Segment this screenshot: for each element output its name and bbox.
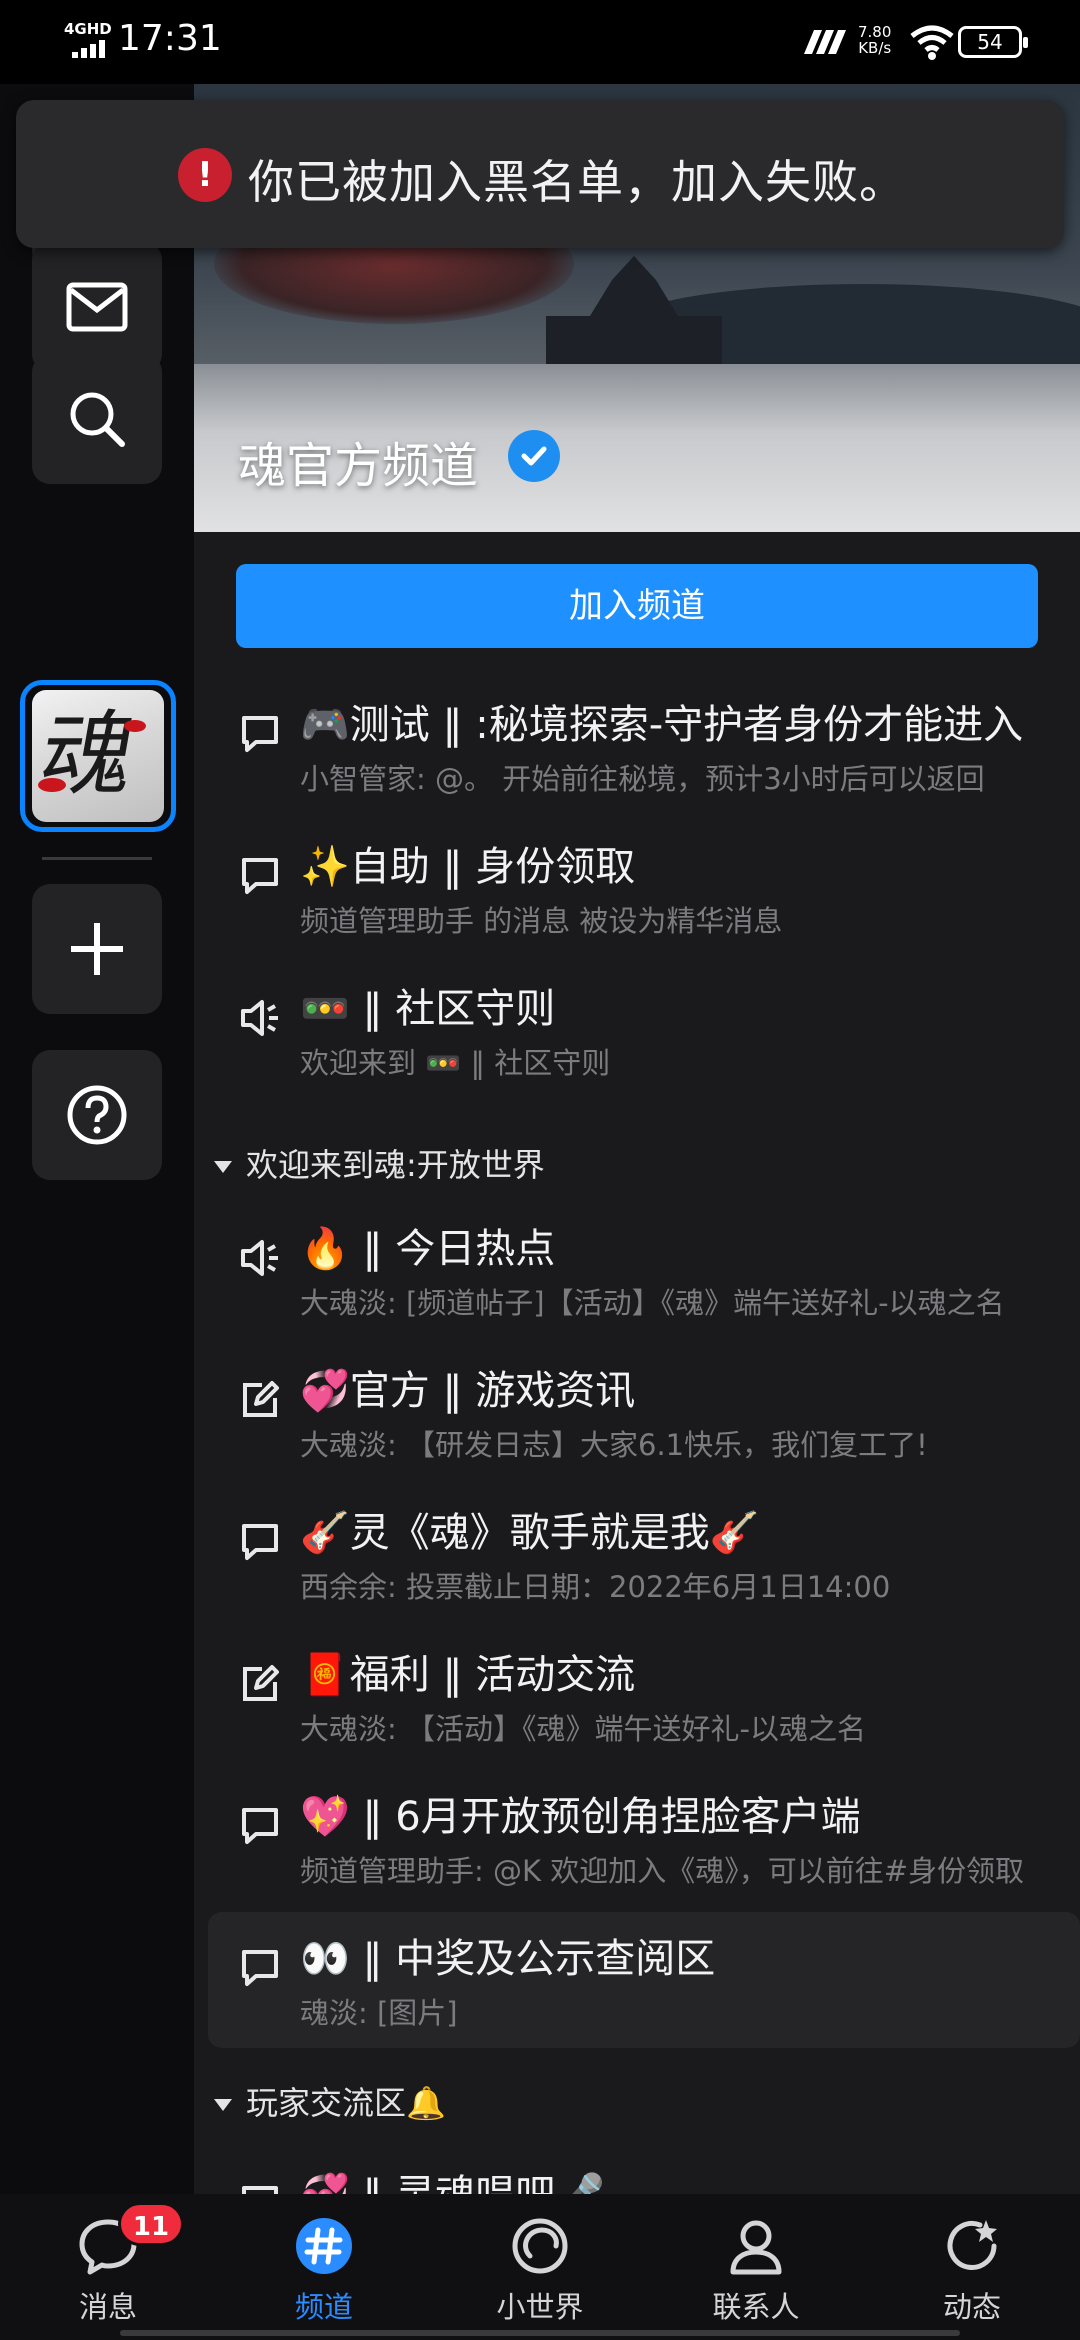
- channel-name: 🧧福利 ‖ 活动交流: [300, 1652, 636, 1698]
- verified-icon: [508, 430, 560, 482]
- channel-title: 魂官方频道: [238, 438, 479, 494]
- channel-item[interactable]: 💖 ‖ 6月开放预创角捏脸客户端 频道管理助手: @K 欢迎加入《魂》，可以前往…: [208, 1770, 1080, 1906]
- guild-rail: 魂: [0, 84, 194, 2194]
- chat-icon: [242, 858, 278, 894]
- channel-preview: 魂淡: [图片]: [300, 1996, 458, 2030]
- wifi-icon: [910, 25, 954, 60]
- tab-label: 频道: [294, 2290, 353, 2324]
- channel-preview: 大魂淡: 【活动】《魂》端午送好礼-以魂之名: [300, 1712, 866, 1746]
- clock: 17:31: [118, 18, 222, 59]
- tab-contacts[interactable]: 联系人: [648, 2194, 864, 2340]
- channel-group-header[interactable]: 玩家交流区🔔: [214, 2078, 446, 2124]
- contacts-icon: [730, 2220, 782, 2275]
- channel-name: 💞官方 ‖ 游戏资讯: [300, 1368, 636, 1414]
- mail-button[interactable]: [32, 242, 162, 372]
- speaker-icon: [241, 1000, 278, 1036]
- chat-icon: [242, 1950, 278, 1986]
- channel-name: 💞 ‖ 灵魂唱吧🎤: [300, 2162, 1060, 2194]
- chat-icon: [242, 1808, 278, 1844]
- home-indicator: [120, 2330, 960, 2336]
- guild-icon[interactable]: 魂: [32, 690, 164, 822]
- search-button[interactable]: [32, 354, 162, 484]
- status-bar: 4GHD 17:31 7.80 KB/s 54: [0, 0, 1080, 84]
- error-toast: ! 你已被加入黑名单，加入失败。: [16, 100, 1064, 248]
- signal-bars-icon: [72, 40, 105, 58]
- channel-name: 💖 ‖ 6月开放预创角捏脸客户端: [300, 1794, 861, 1840]
- collapse-triangle-icon: [214, 2099, 232, 2111]
- toast-message: 你已被加入黑名单，加入失败。: [248, 155, 906, 209]
- collapse-triangle-icon: [214, 1161, 232, 1173]
- help-icon: [67, 1085, 127, 1145]
- world-icon: [512, 2218, 568, 2274]
- warning-icon: !: [178, 148, 232, 202]
- channel-item[interactable]: 💞官方 ‖ 游戏资讯 大魂淡: 【研发日志】大家6.1快乐，我们复工了!: [208, 1344, 1080, 1480]
- bottom-tab-bar: 11 消息 频道 小世界 联系人 动态: [0, 2194, 1080, 2340]
- channel-panel: 魂官方频道 加入频道 🎮测试 ‖ :秘境探索-守护者身份才能进入 小智管家: @…: [194, 84, 1080, 2194]
- rail-divider: [42, 857, 152, 860]
- channel-name: ✨自助 ‖ 身份领取: [300, 844, 636, 890]
- channel-name: 🔥 ‖ 今日热点: [300, 1226, 556, 1272]
- search-icon: [70, 392, 125, 447]
- channel-preview: 大魂淡: [频道帖子]【活动】《魂》端午送好礼-以魂之名: [300, 1286, 1005, 1320]
- chat-icon: [242, 1524, 278, 1560]
- network-speed: 7.80 KB/s: [858, 23, 892, 57]
- channel-preview: 小智管家: @。 开始前往秘境，预计3小时后可以返回: [300, 762, 985, 796]
- channel-item[interactable]: 💞 ‖ 灵魂唱吧🎤: [208, 2148, 1080, 2194]
- channel-item[interactable]: 🚥 ‖ 社区守则 欢迎来到 🚥 ‖ 社区守则: [208, 962, 1080, 1098]
- battery-icon: 54: [958, 26, 1028, 58]
- channel-item[interactable]: ✨自助 ‖ 身份领取 频道管理助手 的消息 被设为精华消息: [208, 820, 1080, 956]
- channel-name: 🚥 ‖ 社区守则: [300, 986, 556, 1032]
- plus-icon: [71, 923, 123, 975]
- tab-messages[interactable]: 11 消息: [0, 2194, 216, 2340]
- channel-preview: 大魂淡: 【研发日志】大家6.1快乐，我们复工了!: [300, 1428, 928, 1462]
- tab-channels[interactable]: 频道: [216, 2194, 432, 2340]
- tab-label: 动态: [942, 2290, 1001, 2324]
- cellular-signal-icon: [804, 30, 846, 54]
- post-icon: [243, 1665, 279, 1701]
- channel-group-header[interactable]: 欢迎来到魂:开放世界: [214, 1140, 545, 1186]
- chat-icon: [242, 2186, 278, 2194]
- join-channel-button[interactable]: 加入频道: [236, 564, 1038, 648]
- channel-preview: 西余余: 投票截止日期：2022年6月1日14:00: [300, 1570, 891, 1604]
- mail-icon: [66, 282, 128, 332]
- tab-label: 消息: [78, 2290, 137, 2324]
- post-icon: [243, 1381, 279, 1417]
- tab-label: 联系人: [712, 2290, 800, 2324]
- channel-preview: 欢迎来到 🚥 ‖ 社区守则: [300, 1046, 611, 1080]
- chat-icon: [242, 716, 278, 752]
- speaker-icon: [241, 1240, 278, 1276]
- channel-item[interactable]: 🎮测试 ‖ :秘境探索-守护者身份才能进入 小智管家: @。 开始前往秘境，预计…: [208, 678, 1080, 814]
- hash-icon: [296, 2218, 352, 2274]
- channel-name: 👀 ‖ 中奖及公示查阅区: [300, 1936, 716, 1982]
- channel-name: 🎸灵《魂》歌手就是我🎸: [300, 1510, 760, 1556]
- tab-label: 小世界: [496, 2290, 584, 2324]
- help-button[interactable]: [32, 1050, 162, 1180]
- network-type: 4GHD: [64, 20, 112, 38]
- activity-icon: [947, 2220, 997, 2270]
- channel-preview: 频道管理助手: @K 欢迎加入《魂》，可以前往#身份领取: [300, 1854, 1025, 1888]
- add-guild-button[interactable]: [32, 884, 162, 1014]
- channel-name: 🎮测试 ‖ :秘境探索-守护者身份才能进入: [300, 702, 1024, 748]
- channel-item[interactable]: 🧧福利 ‖ 活动交流 大魂淡: 【活动】《魂》端午送好礼-以魂之名: [208, 1628, 1080, 1764]
- tab-activity[interactable]: 动态: [864, 2194, 1080, 2340]
- channel-item[interactable]: 🔥 ‖ 今日热点 大魂淡: [频道帖子]【活动】《魂》端午送好礼-以魂之名: [208, 1202, 1080, 1338]
- tab-small-world[interactable]: 小世界: [432, 2194, 648, 2340]
- channel-preview: 频道管理助手 的消息 被设为精华消息: [300, 904, 783, 938]
- channel-item[interactable]: 👀 ‖ 中奖及公示查阅区 魂淡: [图片]: [208, 1912, 1080, 2048]
- channel-item[interactable]: 🎸灵《魂》歌手就是我🎸 西余余: 投票截止日期：2022年6月1日14:00: [208, 1486, 1080, 1622]
- unread-badge: 11: [118, 2202, 184, 2246]
